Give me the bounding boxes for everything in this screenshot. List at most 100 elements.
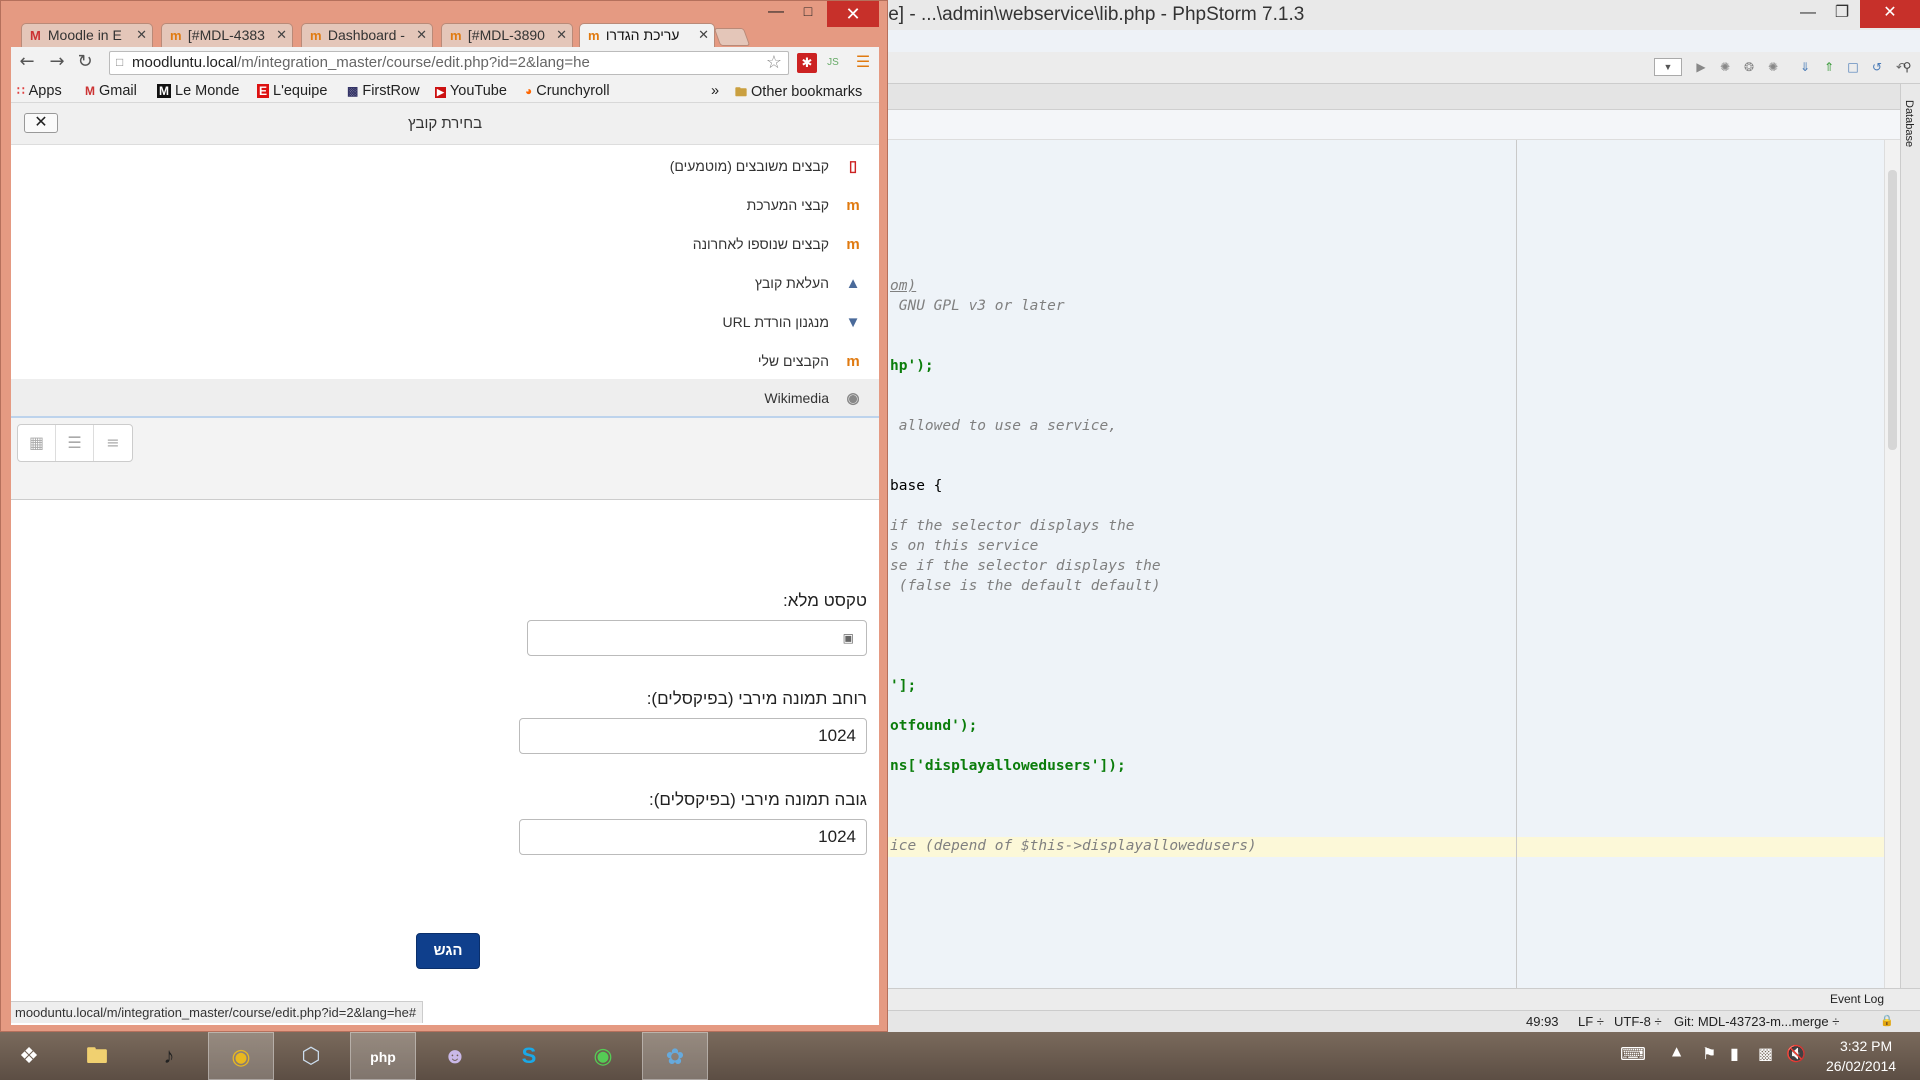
chrome-maximize-button[interactable]: □ xyxy=(795,3,821,25)
repo-wikimedia[interactable]: ◉ Wikimedia xyxy=(11,379,879,418)
max-width-input[interactable]: 1024 xyxy=(519,718,867,754)
max-width-label: רוחב תמונה מירבי (בפיקסלים): xyxy=(646,689,867,708)
url-host: moodluntu.local xyxy=(132,54,238,71)
chrome-taskbar-icon[interactable]: ◉ xyxy=(208,1032,274,1080)
js-extension-icon[interactable]: JS xyxy=(823,53,843,73)
bookmark-le-monde[interactable]: M Le Monde xyxy=(157,83,240,99)
address-bar[interactable]: □ moodluntu.local/m/integration_master/co… xyxy=(109,51,789,75)
repo-label: קבצים משובצים (מוטמעים) xyxy=(669,158,829,174)
run-icon[interactable]: ▶ xyxy=(1692,58,1710,76)
new-tab-button[interactable] xyxy=(713,28,751,46)
repo-server-files[interactable]: m קבצי המערכת xyxy=(11,186,879,225)
vcs-history-icon[interactable]: ↺ xyxy=(1868,58,1886,76)
spotify-icon[interactable]: ◉ xyxy=(570,1032,636,1080)
battery-icon[interactable]: ▮ xyxy=(1730,1044,1739,1063)
folder-icon: 🖿 xyxy=(735,85,748,99)
youtube-icon: ▶ xyxy=(435,87,446,98)
browser-tab[interactable]: m [#MDL-3890 ✕ xyxy=(441,23,573,47)
debug-icon[interactable]: ✺ xyxy=(1716,58,1734,76)
action-center-flag-icon[interactable]: ⚑ xyxy=(1702,1044,1716,1063)
repo-private-files[interactable]: m הקבצים שלי xyxy=(11,342,879,381)
bookmark-crunchyroll[interactable]: ◕ Crunchyroll xyxy=(525,83,610,99)
close-button[interactable]: ✕ xyxy=(1860,0,1920,28)
phpstorm-taskbar-icon[interactable]: php xyxy=(350,1032,416,1080)
file-explorer-icon[interactable]: 🖿 xyxy=(64,1032,130,1080)
close-tab-icon[interactable]: ✕ xyxy=(276,27,287,43)
maximize-button[interactable]: ❐ xyxy=(1818,0,1866,28)
close-tab-icon[interactable]: ✕ xyxy=(136,27,147,43)
bookmarks-bar: ∷ Apps M Gmail M Le Monde E L'equipe ▩ FirstR… xyxy=(11,79,879,103)
git-branch[interactable]: Git: MDL-43723-m...merge ÷ xyxy=(1674,1014,1839,1029)
close-tab-icon[interactable]: ✕ xyxy=(698,27,709,43)
contact-card-icon: ▣ xyxy=(842,631,854,645)
chrome-minimize-button[interactable]: — xyxy=(763,3,789,25)
submit-button[interactable]: הגש xyxy=(416,933,480,969)
skype-icon[interactable]: S xyxy=(496,1032,562,1080)
clock-time[interactable]: 3:32 PM xyxy=(1840,1038,1892,1054)
coverage-icon[interactable]: ❂ xyxy=(1740,58,1758,76)
max-height-input[interactable]: 1024 xyxy=(519,819,867,855)
app-taskbar-icon[interactable]: ✿ xyxy=(642,1032,708,1080)
caret-position[interactable]: 49:93 xyxy=(1526,1014,1559,1029)
extension-icon[interactable]: ✱ xyxy=(797,53,817,73)
browser-tab[interactable]: m [#MDL-4383 ✕ xyxy=(161,23,293,47)
tree-view-icon[interactable]: ≡ xyxy=(94,425,132,461)
database-tool-tab[interactable]: Database xyxy=(1903,100,1915,147)
editor-scrollbar[interactable] xyxy=(1884,140,1900,988)
repo-embedded-files[interactable]: ▯ קבצים משובצים (מוטמעים) xyxy=(11,147,879,186)
forward-icon[interactable]: → xyxy=(45,51,69,75)
filepicker-close-button[interactable]: ✕ xyxy=(24,113,58,133)
browser-tab[interactable]: M Moodle in E ✕ xyxy=(21,23,153,47)
browser-tab[interactable]: m Dashboard - ✕ xyxy=(301,23,433,47)
details-view-icon[interactable]: ☰ xyxy=(56,425,94,461)
lock-icon[interactable]: 🔒 xyxy=(1880,1014,1894,1027)
code-editor[interactable]: om) GNU GPL v3 or later hp'); allowed to… xyxy=(884,140,1884,988)
search-icon[interactable]: ⚲ xyxy=(1898,58,1916,76)
bookmark-gmail[interactable]: M Gmail xyxy=(85,83,137,99)
event-log-tab[interactable]: Event Log xyxy=(1830,992,1884,1006)
icons-view-icon[interactable]: ▦ xyxy=(18,425,56,461)
chrome-menu-icon[interactable]: ☰ xyxy=(853,53,873,73)
show-hidden-icons-icon[interactable]: ▲ xyxy=(1672,1044,1681,1058)
bookmark-apps[interactable]: ∷ Apps xyxy=(17,83,62,99)
code-line: s on this service xyxy=(890,538,1039,554)
music-player-icon[interactable]: ♪ xyxy=(136,1032,202,1080)
filepicker-header: בחירת קובץ ✕ xyxy=(11,103,879,145)
run-config-dropdown[interactable]: ▼ xyxy=(1654,58,1682,76)
moodle-icon: m xyxy=(846,353,860,370)
repo-recent-files[interactable]: m קבצים שנוספו לאחרונה xyxy=(11,225,879,264)
clock-date[interactable]: 26/02/2014 xyxy=(1826,1058,1896,1074)
chrome-toolbar: ← → ↻ □ moodluntu.local/m/integration_mas… xyxy=(11,47,879,79)
network-signal-icon[interactable]: ▩ xyxy=(1758,1044,1773,1063)
bookmark-star-icon[interactable]: ☆ xyxy=(766,52,782,73)
file-encoding[interactable]: UTF-8 ÷ xyxy=(1614,1014,1662,1029)
reload-icon[interactable]: ↻ xyxy=(73,51,97,75)
line-separator[interactable]: LF ÷ xyxy=(1578,1014,1604,1029)
bookmark-label: Apps xyxy=(28,83,62,99)
close-tab-icon[interactable]: ✕ xyxy=(556,27,567,43)
chrome-close-button[interactable]: ✕ xyxy=(827,1,879,27)
repo-upload-file[interactable]: ▲ העלאת קובץ xyxy=(11,264,879,303)
virtualbox-icon[interactable]: ⬡ xyxy=(278,1032,344,1080)
repo-url-downloader[interactable]: ▼ מנגנון הורדת URL xyxy=(11,303,879,342)
alt-text-label: טקסט מלא: xyxy=(782,591,867,610)
volume-muted-icon[interactable]: 🔇 xyxy=(1786,1044,1806,1063)
browser-tab-active[interactable]: m עריכת הגדרו ✕ xyxy=(579,23,715,47)
scrollbar-thumb[interactable] xyxy=(1888,170,1897,450)
other-bookmarks-folder[interactable]: 🖿 Other bookmarks xyxy=(735,83,862,104)
vcs-update-icon[interactable]: ⇓ xyxy=(1796,58,1814,76)
vcs-compare-icon[interactable]: □ xyxy=(1844,58,1862,76)
back-icon[interactable]: ← xyxy=(15,51,39,75)
keyboard-icon[interactable]: ⌨ xyxy=(1620,1044,1646,1065)
bookmark-firstrow[interactable]: ▩ FirstRow xyxy=(347,83,420,99)
bookmark-lequipe[interactable]: E L'equipe xyxy=(257,83,327,99)
close-tab-icon[interactable]: ✕ xyxy=(416,27,427,43)
bookmarks-overflow-button[interactable]: » xyxy=(711,83,719,99)
start-button[interactable]: ❖ xyxy=(0,1032,58,1080)
bottom-tool-strip: Event Log xyxy=(884,988,1920,1010)
pidgin-icon[interactable]: ☻ xyxy=(422,1032,488,1080)
bookmark-youtube[interactable]: ▶ YouTube xyxy=(435,83,507,99)
profile-icon[interactable]: ✺ xyxy=(1764,58,1782,76)
alt-text-input[interactable]: ▣ xyxy=(527,620,867,656)
vcs-commit-icon[interactable]: ⇑ xyxy=(1820,58,1838,76)
